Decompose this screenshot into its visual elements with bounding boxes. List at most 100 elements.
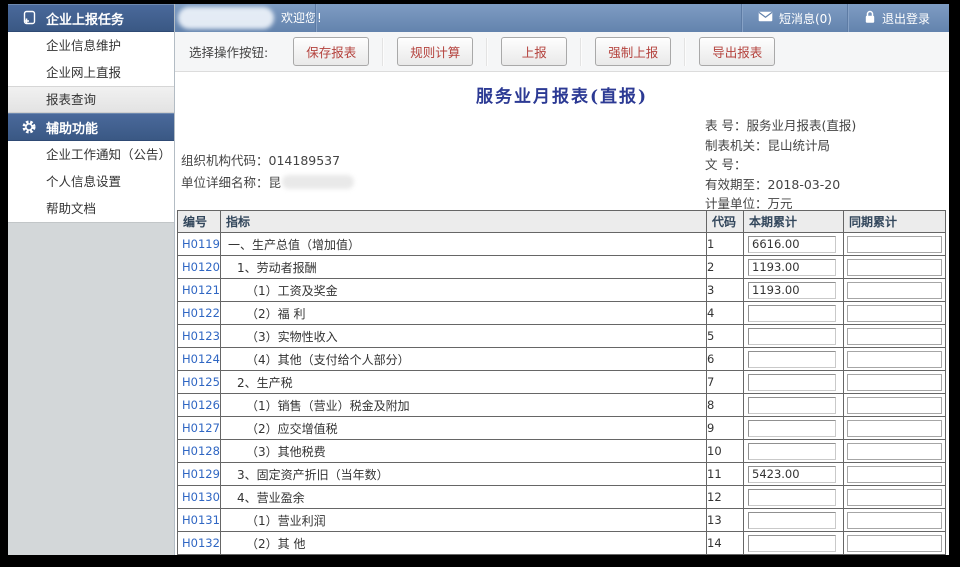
current-period-input[interactable]	[748, 282, 836, 299]
messages-button[interactable]: 短消息(0)	[743, 4, 847, 32]
prior-period-input[interactable]	[847, 259, 942, 276]
table-row: H0121 （1）工资及奖金 3	[178, 279, 946, 302]
current-period-input[interactable]	[748, 351, 836, 368]
prior-period-input[interactable]	[847, 420, 942, 437]
row-indicator-label: （1）销售（营业）税金及附加	[221, 394, 707, 417]
row-code-link[interactable]: H0121	[178, 283, 220, 297]
prior-period-input[interactable]	[847, 443, 942, 460]
table-row: H0123 （3）实物性收入 5	[178, 325, 946, 348]
current-period-input[interactable]	[748, 305, 836, 322]
sidebar-item-help-docs[interactable]: 帮助文档	[8, 195, 174, 222]
table-row: H0119 一、生产总值（增加值） 1	[178, 233, 946, 256]
current-period-input[interactable]	[748, 512, 836, 529]
sidebar-section-reporting-tasks[interactable]: 企业上报任务	[8, 4, 174, 32]
rule-calc-button[interactable]: 规则计算	[397, 37, 473, 66]
current-period-input[interactable]	[748, 397, 836, 414]
row-code-link[interactable]: H0125	[178, 375, 220, 389]
row-indicator-label: （1）工资及奖金	[221, 279, 707, 302]
org-code-line: 组织机构代码：014189537	[181, 150, 354, 172]
report-content: 服务业月报表(直报) 组织机构代码：014189537 单位详细名称：昆 表 号…	[175, 72, 949, 555]
row-indicator-label: （2）福 利	[221, 302, 707, 325]
current-period-input[interactable]	[748, 535, 836, 552]
row-indicator-label: 4、营业盈余	[221, 486, 707, 509]
topbar: 欢迎您! 短消息(0) 退出登录	[175, 4, 949, 32]
row-code-link[interactable]: H0120	[178, 260, 220, 274]
envelope-icon	[758, 11, 773, 25]
row-seq: 6	[707, 348, 744, 371]
sidebar-item-report-query[interactable]: 报表查询	[8, 86, 174, 113]
row-indicator-label: 1、劳动者报酬	[221, 256, 707, 279]
prior-period-input[interactable]	[847, 466, 942, 483]
page-title: 服务业月报表(直报)	[175, 82, 949, 107]
lock-icon	[864, 10, 876, 27]
meta-issuing-agency: 制表机关：昆山统计局	[705, 136, 856, 156]
sidebar-item-online-reporting[interactable]: 企业网上直报	[8, 59, 174, 86]
topbar-divider	[315, 4, 317, 32]
row-code-link[interactable]: H0127	[178, 421, 220, 435]
row-indicator-label: 一、生产总值（增加值）	[221, 233, 707, 256]
row-indicator-label: （4）其他（支付给个人部分）	[221, 348, 707, 371]
current-period-input[interactable]	[748, 236, 836, 253]
row-code-link[interactable]: H0131	[178, 513, 220, 527]
current-period-input[interactable]	[748, 466, 836, 483]
prior-period-input[interactable]	[847, 282, 942, 299]
prior-period-input[interactable]	[847, 397, 942, 414]
table-row: H0129 3、固定资产折旧（当年数） 11	[178, 463, 946, 486]
row-code-link[interactable]: H0122	[178, 306, 220, 320]
row-indicator-label: 2、生产税	[221, 371, 707, 394]
prior-period-input[interactable]	[847, 512, 942, 529]
row-seq: 13	[707, 509, 744, 532]
report-plus-icon	[21, 10, 37, 26]
current-period-input[interactable]	[748, 420, 836, 437]
header-code: 编号	[178, 211, 221, 233]
submit-button[interactable]: 上报	[501, 37, 567, 66]
row-code-link[interactable]: H0128	[178, 444, 220, 458]
row-code-link[interactable]: H0123	[178, 329, 220, 343]
current-period-input[interactable]	[748, 374, 836, 391]
current-period-input[interactable]	[748, 259, 836, 276]
row-indicator-label: （1）营业利润	[221, 509, 707, 532]
prior-period-input[interactable]	[847, 489, 942, 506]
row-code-link[interactable]: H0119	[178, 237, 220, 251]
row-code-link[interactable]: H0124	[178, 352, 220, 366]
topbar-right-cluster: 短消息(0) 退出登录	[741, 4, 945, 32]
table-row: H0120 1、劳动者报酬 2	[178, 256, 946, 279]
table-header-row: 编号 指标 代码 本期累计 同期累计	[178, 211, 946, 233]
header-current-period: 本期累计	[744, 211, 844, 233]
header-seq: 代码	[707, 211, 744, 233]
save-report-button[interactable]: 保存报表	[293, 37, 369, 66]
row-seq: 9	[707, 417, 744, 440]
row-code-link[interactable]: H0129	[178, 467, 220, 481]
export-report-button[interactable]: 导出报表	[699, 37, 775, 66]
toolbar-divider	[382, 38, 384, 66]
prior-period-input[interactable]	[847, 328, 942, 345]
prior-period-input[interactable]	[847, 305, 942, 322]
sidebar-item-personal-settings[interactable]: 个人信息设置	[8, 168, 174, 195]
main-area: 欢迎您! 短消息(0) 退出登录	[175, 4, 949, 555]
row-indicator-label: （2）应交增值税	[221, 417, 707, 440]
row-code-link[interactable]: H0126	[178, 398, 220, 412]
sidebar-section-auxiliary[interactable]: 辅助功能	[8, 113, 174, 141]
row-code-link[interactable]: H0130	[178, 490, 220, 504]
prior-period-input[interactable]	[847, 351, 942, 368]
sidebar-item-work-notice[interactable]: 企业工作通知（公告）	[8, 141, 174, 168]
report-meta-right: 表 号：服务业月报表(直报) 制表机关：昆山统计局 文 号： 有效期至：2018…	[705, 116, 856, 214]
prior-period-input[interactable]	[847, 236, 942, 253]
row-seq: 10	[707, 440, 744, 463]
row-seq: 11	[707, 463, 744, 486]
sidebar: 企业上报任务 企业信息维护 企业网上直报 报表查询 辅助功能 企业工作通知（公告…	[8, 4, 175, 555]
force-submit-button[interactable]: 强制上报	[595, 37, 671, 66]
row-seq: 12	[707, 486, 744, 509]
prior-period-input[interactable]	[847, 535, 942, 552]
row-code-link[interactable]: H0132	[178, 536, 220, 550]
logout-button[interactable]: 退出登录	[849, 4, 945, 32]
sidebar-item-enterprise-info[interactable]: 企业信息维护	[8, 32, 174, 59]
row-seq: 2	[707, 256, 744, 279]
current-period-input[interactable]	[748, 328, 836, 345]
table-row: H0131 （1）营业利润 13	[178, 509, 946, 532]
current-period-input[interactable]	[748, 443, 836, 460]
prior-period-input[interactable]	[847, 374, 942, 391]
current-period-input[interactable]	[748, 489, 836, 506]
table-row: H0126 （1）销售（营业）税金及附加 8	[178, 394, 946, 417]
toolbar-divider	[580, 38, 582, 66]
